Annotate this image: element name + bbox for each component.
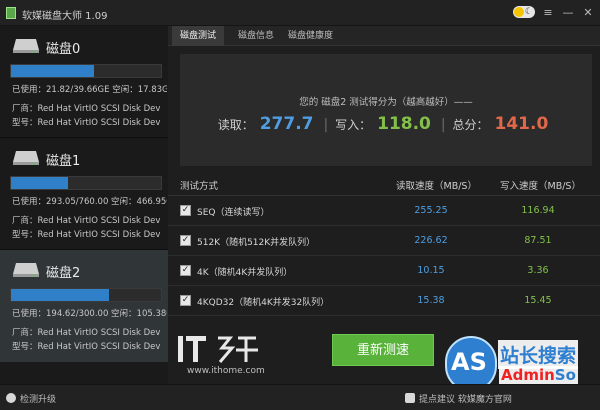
close-button[interactable]: ✕ [580, 5, 596, 21]
table-header: 测试方式 读取速度（MB/S） 写入速度（MB/S） [168, 172, 600, 196]
disk-sidebar: 磁盘0 已使用：21.82/39.66GE 空闲：17.83GB 厂商：Red … [0, 26, 168, 384]
separator: | [440, 117, 446, 133]
vendor-text: 厂商：Red Hat VirtIO SCSI Disk Devi [12, 104, 160, 114]
moon-icon: ☾ [524, 7, 533, 17]
test-name: 512K（随机512K并发队列） [197, 238, 316, 248]
usage-text: 已使用：21.82/39.66GE 空闲：17.83GB [12, 85, 167, 95]
read-score: 277.7 [259, 114, 314, 134]
adminso-watermark: AdminSo [499, 366, 578, 384]
table-row: ✓ 4K（随机4K并发队列） 10.15 3.36 [168, 256, 600, 286]
disk-name: 磁盘2 [46, 266, 81, 281]
test-checkbox[interactable]: ✓ [180, 265, 191, 276]
theme-toggle[interactable]: ☾ [513, 6, 535, 18]
score-subtitle: 您的 磁盘2 测试得分为（越高越好）—— [299, 97, 473, 108]
usage-bar-fill [11, 65, 94, 77]
update-icon [6, 393, 16, 403]
write-speed: 87.51 [524, 235, 552, 246]
read-speed: 10.15 [417, 265, 445, 276]
app-icon [6, 7, 16, 19]
read-label: 读取： [217, 118, 254, 132]
write-score: 118.0 [377, 114, 431, 134]
status-bar: 检测升级 提点建议 软媒魔方官网 [0, 384, 600, 410]
table-row: ✓ 512K（随机512K并发队列） 226.62 87.51 [168, 226, 600, 256]
usage-bar [10, 64, 162, 78]
total-label: 总分： [452, 118, 489, 132]
hard-disk-icon [13, 263, 39, 277]
total-score: 141.0 [494, 114, 549, 134]
disk-name: 磁盘1 [46, 154, 81, 169]
test-name: 4K（随机4K并发队列） [197, 268, 293, 278]
title-bar: 软媒磁盘大师 1.09 ☾ ≡ — ✕ [0, 0, 600, 26]
usage-bar-fill [11, 177, 68, 189]
tab-disk-health[interactable]: 磁盘健康度 [280, 26, 341, 46]
test-checkbox[interactable]: ✓ [180, 295, 191, 306]
model-text: 型号：Red Hat VirtIO SCSI Disk Devi [12, 118, 160, 128]
write-label: 写入： [335, 118, 372, 132]
check-update-label: 检测升级 [20, 395, 57, 405]
read-speed: 255.25 [414, 205, 448, 216]
feedback-links[interactable]: 提点建议 软媒魔方官网 [405, 392, 512, 405]
hard-disk-icon [13, 39, 39, 53]
disk-item-1[interactable]: 磁盘1 已使用：293.05/760.00 空闲：466.95GB 厂商：Red… [0, 138, 168, 250]
feedback-icon [405, 393, 415, 403]
zhanzhang-watermark: 站长搜索 [498, 340, 579, 369]
read-speed: 226.62 [414, 235, 448, 246]
sun-icon [514, 7, 524, 17]
header-write: 写入速度（MB/S） [500, 181, 581, 192]
test-checkbox[interactable]: ✓ [180, 205, 191, 216]
minimize-button[interactable]: — [560, 5, 576, 21]
usage-text: 已使用：194.62/300.00 空闲：105.38GB [12, 309, 167, 319]
write-speed: 3.36 [527, 265, 549, 276]
tab-disk-test[interactable]: 磁盘测试 [172, 26, 225, 46]
ithome-url-watermark: www.ithome.com [187, 366, 265, 376]
separator: | [323, 117, 329, 133]
usage-bar [10, 288, 162, 302]
feedback-label: 提点建议 软媒魔方官网 [419, 395, 512, 405]
disk-item-0[interactable]: 磁盘0 已使用：21.82/39.66GE 空闲：17.83GB 厂商：Red … [0, 26, 168, 138]
header-method: 测试方式 [180, 181, 219, 192]
model-text: 型号：Red Hat VirtIO SCSI Disk Devi [12, 342, 160, 352]
disk-item-2[interactable]: 磁盘2 已使用：194.62/300.00 空闲：105.38GB 厂商：Red… [0, 250, 168, 362]
model-text: 型号：Red Hat VirtIO SCSI Disk Devi [12, 230, 160, 240]
test-name: SEQ（连续读写） [197, 208, 270, 218]
vendor-text: 厂商：Red Hat VirtIO SCSI Disk Devi [12, 328, 160, 338]
usage-text: 已使用：293.05/760.00 空闲：466.95GB [12, 197, 167, 207]
hard-disk-icon [13, 151, 39, 165]
write-speed: 116.94 [521, 205, 555, 216]
table-row: ✓ SEQ（连续读写） 255.25 116.94 [168, 196, 600, 226]
disk-name: 磁盘0 [46, 42, 81, 57]
score-row: 读取： 277.7 | 写入： 118.0 | 总分： 141.0 [180, 114, 592, 134]
usage-bar-fill [11, 289, 109, 301]
so-text: So [554, 366, 576, 384]
tab-disk-info[interactable]: 磁盘信息 [230, 26, 282, 46]
ithome-logo-watermark [178, 336, 258, 363]
window-title: 软媒磁盘大师 1.09 [22, 11, 108, 22]
menu-icon[interactable]: ≡ [540, 5, 556, 21]
retest-button[interactable]: 重新测速 [332, 334, 434, 366]
usage-bar [10, 176, 162, 190]
vendor-text: 厂商：Red Hat VirtIO SCSI Disk Devi [12, 216, 160, 226]
as-logo-text: AS [451, 348, 487, 376]
tab-bar: 磁盘测试 磁盘信息 磁盘健康度 [168, 26, 600, 46]
test-checkbox[interactable]: ✓ [180, 235, 191, 246]
write-speed: 15.45 [524, 295, 552, 306]
test-name: 4KQD32（随机4K并发32队列） [197, 298, 330, 308]
score-panel: 您的 磁盘2 测试得分为（越高越好）—— 读取： 277.7 | 写入： 118.0 |… [180, 54, 592, 166]
check-update-link[interactable]: 检测升级 [6, 392, 56, 405]
header-read: 读取速度（MB/S） [396, 181, 477, 192]
read-speed: 15.38 [417, 295, 445, 306]
admin-text: Admin [501, 366, 555, 384]
table-row: ✓ 4KQD32（随机4K并发32队列） 15.38 15.45 [168, 286, 600, 316]
